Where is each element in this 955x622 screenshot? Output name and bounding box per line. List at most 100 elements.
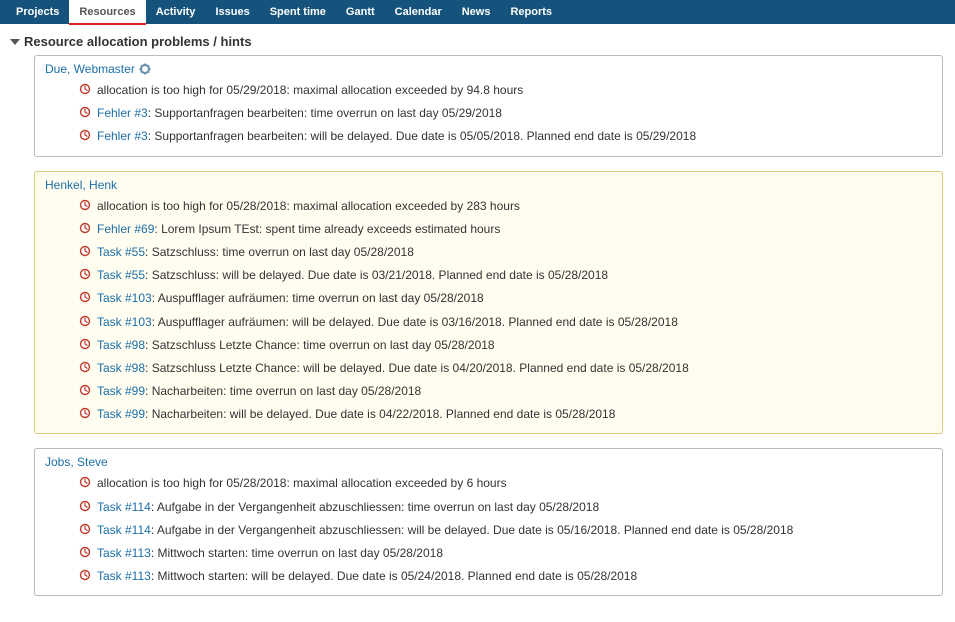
nav-news[interactable]: News (452, 0, 501, 24)
nav-reports[interactable]: Reports (500, 0, 562, 24)
issue-link[interactable]: Fehler #69 (97, 222, 158, 236)
clock-icon (79, 384, 91, 396)
clock-icon (79, 83, 91, 95)
entry-body: Task #113 Mittwoch starten: time overrun… (97, 545, 443, 561)
issue-link[interactable]: Task #99 (97, 407, 148, 421)
problem-entry: Task #114 Aufgabe in der Vergangenheit a… (79, 518, 932, 541)
entry-text: Nacharbeiten: will be delayed. Due date … (152, 407, 616, 421)
problem-entry: Fehler #3 Supportanfragen bearbeiten: ti… (79, 101, 932, 124)
entry-text: allocation is too high for 05/28/2018: m… (97, 476, 507, 490)
problem-entry: Task #113 Mittwoch starten: will be dela… (79, 564, 932, 587)
resource-block: Henkel, Henk allocation is too high for 0… (34, 171, 943, 435)
entry-text: Aufgabe in der Vergangenheit abzuschlies… (157, 500, 599, 514)
entries-list: allocation is too high for 05/29/2018: m… (45, 78, 932, 148)
entry-body: Task #99 Nacharbeiten: time overrun on l… (97, 383, 421, 399)
issue-link[interactable]: Task #98 (97, 361, 148, 375)
problem-entry: Task #103 Auspufflager aufräumen: will b… (79, 310, 932, 333)
clock-icon (79, 199, 91, 211)
nav-calendar[interactable]: Calendar (385, 0, 452, 24)
gear-icon[interactable] (139, 63, 151, 75)
entry-body: Task #103 Auspufflager aufräumen: time o… (97, 290, 484, 306)
nav-resources[interactable]: Resources (69, 0, 145, 25)
clock-icon (79, 291, 91, 303)
entry-body: Task #55 Satzschluss: will be delayed. D… (97, 267, 608, 283)
clock-icon (79, 407, 91, 419)
entry-text: Lorem Ipsum TEst: spent time already exc… (161, 222, 500, 236)
clock-icon (79, 361, 91, 373)
problem-entry: Task #55 Satzschluss: time overrun on la… (79, 240, 932, 263)
clock-icon (79, 268, 91, 280)
entry-text: Nacharbeiten: time overrun on last day 0… (152, 384, 422, 398)
nav-projects[interactable]: Projects (6, 0, 69, 24)
clock-icon (79, 523, 91, 535)
issue-link[interactable]: Task #55 (97, 268, 148, 282)
clock-icon (79, 106, 91, 118)
clock-icon (79, 500, 91, 512)
entries-list: allocation is too high for 05/28/2018: m… (45, 194, 932, 426)
entry-body: allocation is too high for 05/29/2018: m… (97, 82, 523, 98)
resource-name-text: Jobs, Steve (45, 455, 108, 469)
problem-entry: Task #113 Mittwoch starten: time overrun… (79, 541, 932, 564)
issue-link[interactable]: Task #114 (97, 500, 154, 514)
issue-link[interactable]: Task #113 (97, 569, 154, 583)
issue-link[interactable]: Fehler #3 (97, 129, 151, 143)
entry-text: Supportanfragen bearbeiten: will be dela… (154, 129, 696, 143)
problem-entry: allocation is too high for 05/29/2018: m… (79, 78, 932, 101)
entry-text: Satzschluss Letzte Chance: time overrun … (152, 338, 495, 352)
resource-block: Due, Webmaster allocation is too high for… (34, 55, 943, 157)
entry-body: Fehler #3 Supportanfragen bearbeiten: wi… (97, 128, 696, 144)
issue-link[interactable]: Task #113 (97, 546, 154, 560)
problem-entry: Task #55 Satzschluss: will be delayed. D… (79, 263, 932, 286)
entry-text: Mittwoch starten: time overrun on last d… (158, 546, 444, 560)
clock-icon (79, 129, 91, 141)
collapse-icon[interactable] (10, 39, 20, 45)
entry-text: allocation is too high for 05/28/2018: m… (97, 199, 520, 213)
resource-name-text: Henkel, Henk (45, 178, 117, 192)
resource-name-link[interactable]: Due, Webmaster (45, 62, 151, 76)
entry-text: Auspufflager aufräumen: will be delayed.… (158, 315, 678, 329)
nav-activity[interactable]: Activity (146, 0, 206, 24)
resource-name-text: Due, Webmaster (45, 62, 135, 76)
entry-text: Satzschluss Letzte Chance: will be delay… (152, 361, 689, 375)
entry-body: Task #103 Auspufflager aufräumen: will b… (97, 314, 678, 330)
nav-spent-time[interactable]: Spent time (260, 0, 336, 24)
issue-link[interactable]: Task #55 (97, 245, 148, 259)
problem-entry: Fehler #69 Lorem Ipsum TEst: spent time … (79, 217, 932, 240)
entry-text: Auspufflager aufräumen: time overrun on … (158, 291, 484, 305)
clock-icon (79, 315, 91, 327)
entry-body: Task #98 Satzschluss Letzte Chance: will… (97, 360, 689, 376)
problem-entry: Task #99 Nacharbeiten: will be delayed. … (79, 402, 932, 425)
entry-text: allocation is too high for 05/29/2018: m… (97, 83, 523, 97)
entry-body: Task #99 Nacharbeiten: will be delayed. … (97, 406, 615, 422)
section-header[interactable]: Resource allocation problems / hints (0, 24, 955, 55)
entry-body: allocation is too high for 05/28/2018: m… (97, 475, 507, 491)
entry-text: Supportanfragen bearbeiten: time overrun… (154, 106, 502, 120)
resource-name-link[interactable]: Jobs, Steve (45, 455, 108, 469)
entry-body: Task #55 Satzschluss: time overrun on la… (97, 244, 414, 260)
resource-blocks: Due, Webmaster allocation is too high for… (0, 55, 955, 622)
nav-issues[interactable]: Issues (205, 0, 259, 24)
entries-list: allocation is too high for 05/28/2018: m… (45, 471, 932, 587)
issue-link[interactable]: Task #103 (97, 291, 155, 305)
resource-block: Jobs, Steve allocation is too high for 05… (34, 448, 943, 596)
clock-icon (79, 569, 91, 581)
issue-link[interactable]: Task #114 (97, 523, 154, 537)
entry-body: Fehler #69 Lorem Ipsum TEst: spent time … (97, 221, 500, 237)
clock-icon (79, 546, 91, 558)
issue-link[interactable]: Task #103 (97, 315, 155, 329)
problem-entry: Task #98 Satzschluss Letzte Chance: will… (79, 356, 932, 379)
problem-entry: Fehler #3 Supportanfragen bearbeiten: wi… (79, 124, 932, 147)
entry-body: allocation is too high for 05/28/2018: m… (97, 198, 520, 214)
clock-icon (79, 476, 91, 488)
issue-link[interactable]: Task #99 (97, 384, 148, 398)
resource-name-link[interactable]: Henkel, Henk (45, 178, 117, 192)
entry-body: Task #114 Aufgabe in der Vergangenheit a… (97, 522, 793, 538)
clock-icon (79, 245, 91, 257)
problem-entry: allocation is too high for 05/28/2018: m… (79, 471, 932, 494)
issue-link[interactable]: Task #98 (97, 338, 148, 352)
issue-link[interactable]: Fehler #3 (97, 106, 151, 120)
main-nav: ProjectsResourcesActivityIssuesSpent tim… (0, 0, 955, 24)
entry-body: Task #98 Satzschluss Letzte Chance: time… (97, 337, 495, 353)
nav-gantt[interactable]: Gantt (336, 0, 385, 24)
problem-entry: Task #98 Satzschluss Letzte Chance: time… (79, 333, 932, 356)
